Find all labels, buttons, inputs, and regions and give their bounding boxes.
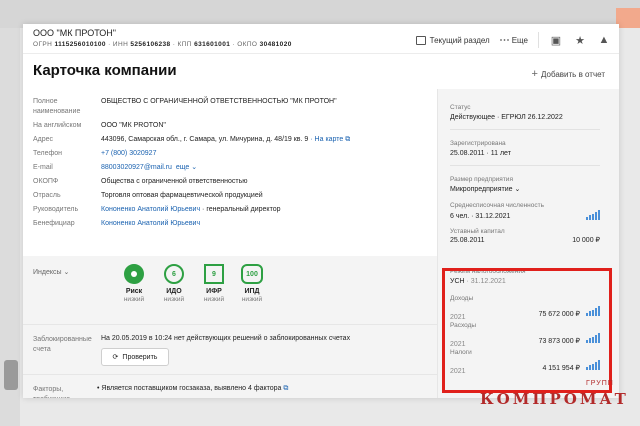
phone-link[interactable]: +7 (800) 3020927 bbox=[101, 150, 156, 157]
divider bbox=[450, 129, 600, 130]
index-ipd[interactable]: 100 ИПД низкий bbox=[237, 264, 267, 303]
index-ido[interactable]: 6 ИДО низкий bbox=[159, 264, 189, 303]
status-block: Статус Действующее · ЕГРЮЛ 26.12.2022 bbox=[450, 104, 563, 121]
bell-icon[interactable]: ▲ bbox=[597, 34, 611, 46]
plus-icon: + bbox=[531, 68, 538, 80]
chevron-down-icon: ⌄ bbox=[63, 269, 70, 276]
ido-badge: 6 bbox=[164, 264, 184, 284]
risk-icon bbox=[124, 264, 144, 284]
external-link-icon: ⧉ bbox=[345, 136, 351, 143]
highlight-frame bbox=[442, 268, 612, 393]
blocked-accounts-section: Заблокированные счета На 20.05.2019 в 10… bbox=[23, 324, 437, 374]
info-row-industry: Отрасль Торговля оптовая фармацевтическо… bbox=[33, 192, 263, 199]
background-left-mark bbox=[4, 360, 18, 390]
chevron-down-icon: ⌄ bbox=[514, 186, 521, 193]
info-row-address: Адрес 443096, Самарская обл., г. Самара,… bbox=[33, 136, 351, 143]
page-title: Карточка компании bbox=[33, 62, 177, 79]
background-accent bbox=[616, 8, 640, 28]
beneficiary-link[interactable]: Кононенко Анатолий Юрьевич bbox=[101, 220, 200, 227]
info-row-full-name: Полное наименование ОБЩЕСТВО С ОГРАНИЧЕН… bbox=[33, 98, 337, 115]
info-row-okopf: ОКОПФ Общества с ограниченной ответствен… bbox=[33, 178, 248, 185]
company-info-panel: Полное наименование ОБЩЕСТВО С ОГРАНИЧЕН… bbox=[23, 89, 437, 398]
info-row-email: E-mail 88003020927@mail.ru еще ⌄ bbox=[33, 164, 198, 171]
star-icon[interactable]: ★ bbox=[573, 34, 587, 47]
email-link[interactable]: 88003020927@mail.ru bbox=[101, 164, 172, 171]
more-button[interactable]: ⋮ Еще bbox=[498, 35, 528, 45]
head-link[interactable]: Кононенко Анатолий Юрьевич bbox=[101, 206, 200, 213]
indices-section: Индексы ⌄ Риск низкий 6 ИДО низкий 9 ИФР… bbox=[23, 256, 437, 324]
factors-section: Факторы, требующие • Является поставщико… bbox=[23, 374, 437, 398]
ipd-badge: 100 bbox=[241, 264, 263, 284]
section-icon bbox=[415, 35, 426, 45]
size-block: Размер предприятия Микропредприятие ⌄ bbox=[450, 176, 521, 193]
index-ifr[interactable]: 9 ИФР низкий bbox=[199, 264, 229, 303]
external-link-icon[interactable]: ⧉ bbox=[283, 385, 288, 392]
watermark: КОМПРОМАТ bbox=[480, 390, 629, 408]
more-dots-icon: ⋮ bbox=[498, 35, 510, 45]
info-row-phone: Телефон +7 (800) 3020927 bbox=[33, 150, 157, 157]
info-row-beneficiary: Бенефициар Кононенко Анатолий Юрьевич bbox=[33, 220, 201, 227]
info-row-english: На английском ООО "МК PROTON" bbox=[33, 122, 166, 129]
title-row: Карточка компании + Добавить в отчет bbox=[23, 54, 619, 88]
on-map-link[interactable]: · На карте ⧉ bbox=[310, 136, 350, 143]
print-icon[interactable]: ▣ bbox=[549, 34, 563, 47]
header-actions: Текущий раздел ⋮ Еще ▣ ★ ▲ bbox=[415, 32, 611, 48]
add-to-report-button[interactable]: + Добавить в отчет bbox=[532, 68, 605, 80]
capital-block: Уставный капитал 25.08.2011 10 000 ₽ bbox=[450, 228, 600, 244]
ifr-badge: 9 bbox=[204, 264, 224, 284]
registered-block: Зарегистрирована 25.08.2011 · 11 лет bbox=[450, 140, 511, 157]
current-section-button[interactable]: Текущий раздел bbox=[415, 35, 490, 45]
refresh-icon: ⟳ bbox=[112, 354, 119, 361]
email-more-link[interactable]: еще bbox=[176, 164, 189, 171]
check-button[interactable]: ⟳ Проверить bbox=[101, 348, 169, 366]
info-row-head: Руководитель Кононенко Анатолий Юрьевич … bbox=[33, 206, 281, 213]
employees-bars-icon bbox=[586, 210, 600, 220]
employees-block: Среднесписочная численность 6 чел. · 31.… bbox=[450, 201, 600, 220]
indices-toggle[interactable]: Индексы ⌄ bbox=[33, 268, 69, 276]
divider bbox=[450, 165, 600, 166]
index-risk[interactable]: Риск низкий bbox=[119, 264, 149, 303]
company-header: ООО "МК ПРОТОН" ОГРН 1115256010100 · ИНН… bbox=[23, 24, 619, 54]
divider bbox=[538, 32, 539, 48]
chevron-down-icon: ⌄ bbox=[191, 164, 198, 171]
watermark-sup: ГРУПП bbox=[586, 380, 614, 387]
